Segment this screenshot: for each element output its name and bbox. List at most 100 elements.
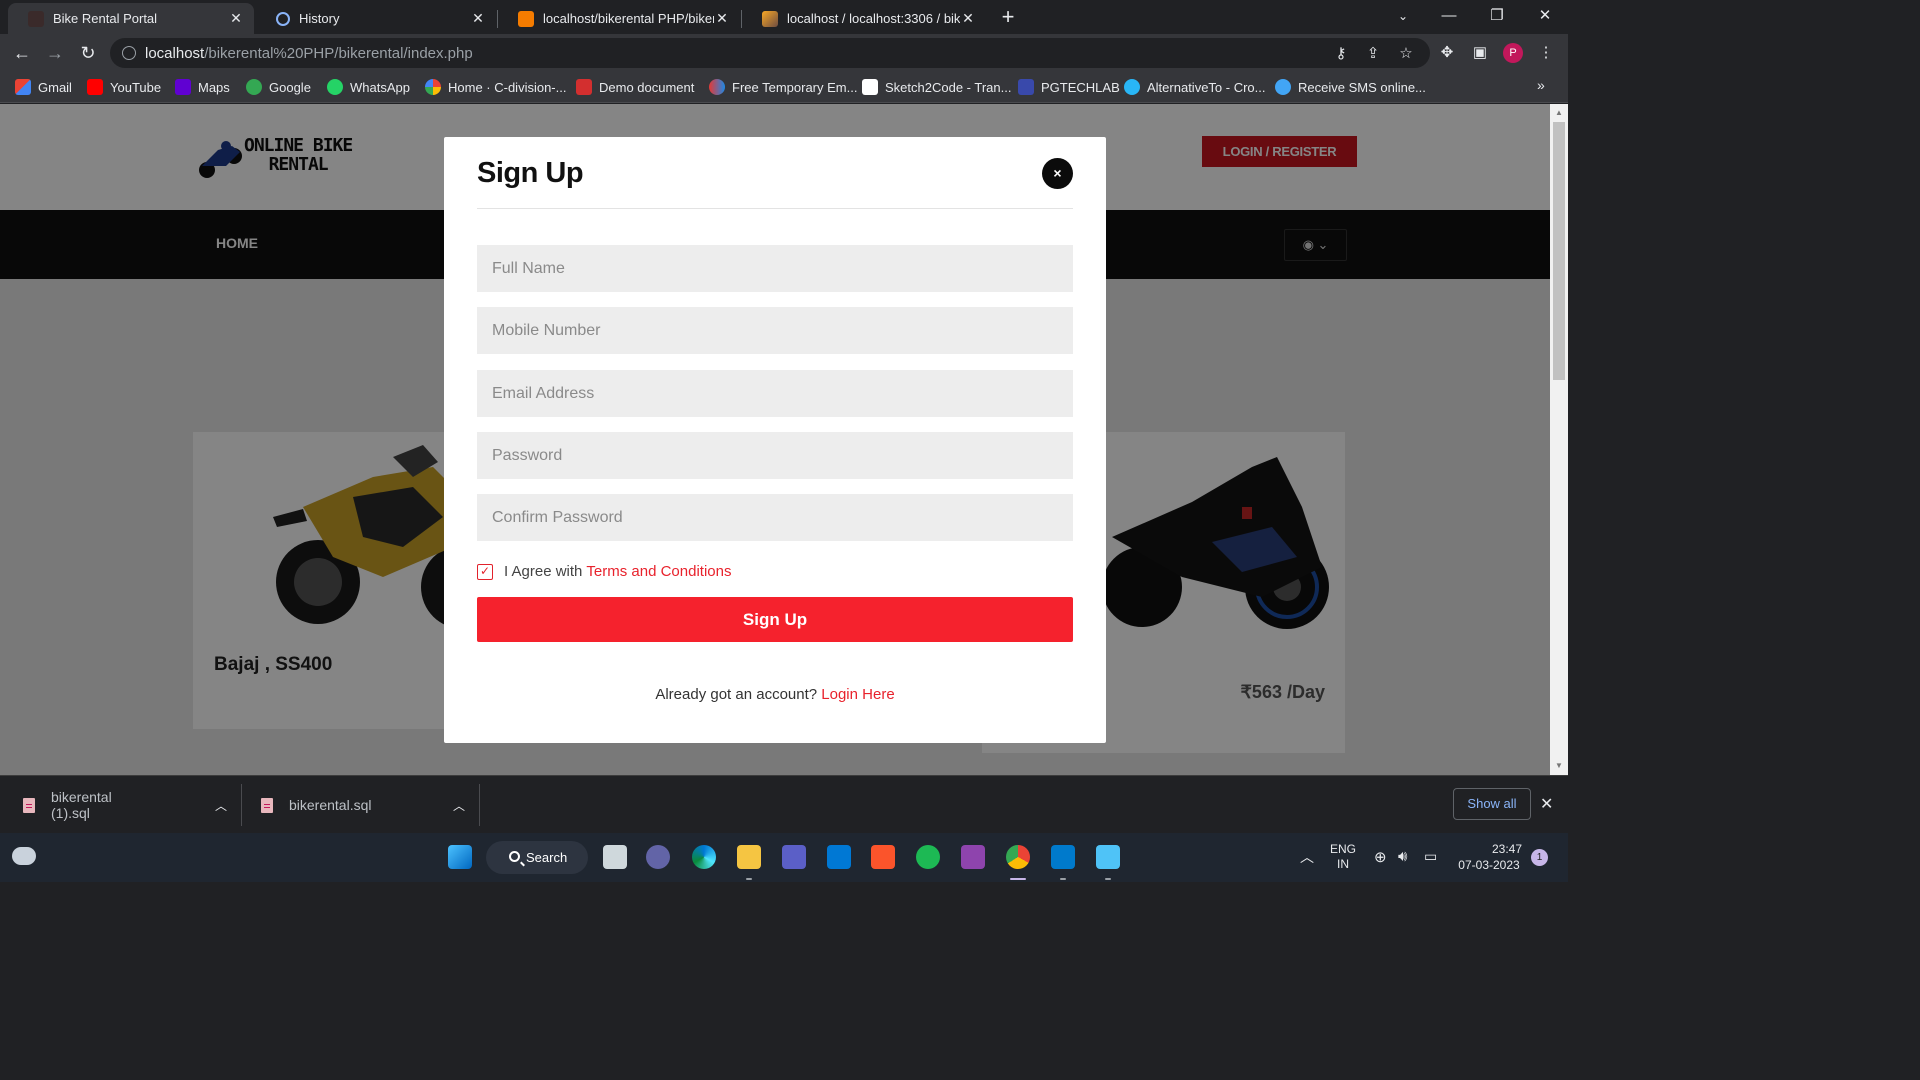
close-tab-icon[interactable]: ✕ xyxy=(714,10,730,27)
language-indicator[interactable]: ENG IN xyxy=(1330,842,1356,872)
google-icon xyxy=(246,79,262,95)
more-menu-icon[interactable]: ⋮ xyxy=(1536,43,1556,63)
phpmyadmin-favicon-icon xyxy=(762,10,778,27)
minimize-button[interactable]: — xyxy=(1426,0,1472,32)
tab-search-chevron-icon[interactable]: ⌄ xyxy=(1380,0,1426,32)
bookmark-alternativeto[interactable]: AlternativeTo - Cro... xyxy=(1124,78,1266,96)
scroll-up-icon[interactable]: ▲ xyxy=(1550,106,1568,120)
tray-overflow-chevron-icon[interactable]: ︿ xyxy=(1300,847,1314,867)
bookmark-receive-sms[interactable]: Receive SMS online... xyxy=(1275,78,1426,96)
sms-icon xyxy=(1275,79,1291,95)
vscode-icon[interactable] xyxy=(1051,845,1075,869)
restore-button[interactable]: ❐ xyxy=(1474,0,1520,32)
chrome-icon[interactable] xyxy=(1006,845,1030,869)
bookmark-pgtechlab[interactable]: PGTECHLAB xyxy=(1018,78,1120,96)
url-text[interactable]: localhost/bikerental%20PHP/bikerental/in… xyxy=(145,45,473,62)
bookmark-demo-document[interactable]: Demo document xyxy=(576,78,694,96)
tab-title: localhost/bikerental PHP/bikeren xyxy=(543,11,714,26)
spotify-icon[interactable] xyxy=(916,845,940,869)
bookmark-sketch2code[interactable]: Sketch2Code - Tran... xyxy=(862,78,1011,96)
bike-favicon-icon xyxy=(28,10,44,27)
page-scrollbar[interactable]: ▲ ▼ xyxy=(1550,104,1568,775)
side-panel-icon[interactable]: ▣ xyxy=(1470,43,1490,63)
notepad-icon[interactable] xyxy=(1096,845,1120,869)
tab-title: Bike Rental Portal xyxy=(53,11,158,26)
app-icon[interactable] xyxy=(782,845,806,869)
bookmark-whatsapp[interactable]: WhatsApp xyxy=(327,78,410,96)
tab-history[interactable]: History ✕ xyxy=(256,3,496,34)
key-icon[interactable]: ⚷ xyxy=(1332,46,1350,62)
scroll-down-icon[interactable]: ▼ xyxy=(1550,759,1568,773)
email-input[interactable] xyxy=(477,370,1073,417)
task-view-icon[interactable] xyxy=(603,845,627,869)
close-tab-icon[interactable]: ✕ xyxy=(470,10,486,27)
password-input[interactable] xyxy=(477,432,1073,479)
share-icon[interactable]: ⇪ xyxy=(1364,46,1382,62)
scrollbar-thumb[interactable] xyxy=(1553,122,1565,380)
tab-phpmyadmin[interactable]: localhost / localhost:3306 / biken ✕ xyxy=(742,3,986,34)
back-button[interactable]: ← xyxy=(9,41,35,65)
network-icon[interactable]: ⊕ xyxy=(1374,848,1387,866)
download-item[interactable]: bikerental (1).sql ︿ xyxy=(23,776,227,834)
signup-submit-button[interactable]: Sign Up xyxy=(477,597,1073,642)
mobile-number-input[interactable] xyxy=(477,307,1073,354)
file-explorer-icon[interactable] xyxy=(737,845,761,869)
close-tab-icon[interactable]: ✕ xyxy=(960,10,976,27)
bookmark-youtube[interactable]: YouTube xyxy=(87,78,161,96)
bookmark-maps[interactable]: Maps xyxy=(175,78,230,96)
terms-link[interactable]: Terms and Conditions xyxy=(586,563,731,580)
weather-icon[interactable] xyxy=(12,847,36,865)
volume-icon[interactable]: 🔊︎ xyxy=(1398,848,1407,865)
history-icon xyxy=(276,11,290,26)
close-download-bar-icon[interactable]: ✕ xyxy=(1540,794,1553,814)
download-bar: bikerental (1).sql ︿ bikerental.sql ︿ Sh… xyxy=(0,775,1568,833)
more-bookmarks-icon[interactable]: » xyxy=(1537,77,1545,93)
arduino-icon[interactable] xyxy=(961,845,985,869)
close-icon: × xyxy=(1053,165,1062,181)
notification-badge[interactable]: 1 xyxy=(1531,849,1548,866)
agree-checkbox[interactable]: ✓ xyxy=(477,563,493,580)
xampp-favicon-icon xyxy=(518,10,534,27)
full-name-input[interactable] xyxy=(477,245,1073,292)
show-all-button[interactable]: Show all xyxy=(1453,788,1531,820)
clock[interactable]: 23:47 07-03-2023 xyxy=(1454,841,1524,873)
youtube-icon xyxy=(87,79,103,95)
bookmark-free-temporary-email[interactable]: Free Temporary Em... xyxy=(709,78,857,96)
battery-icon[interactable]: ▭ xyxy=(1424,848,1437,865)
alternativeto-icon xyxy=(1124,79,1140,95)
site-info-icon[interactable] xyxy=(122,46,136,60)
extensions-icon[interactable]: ✥ xyxy=(1437,43,1457,63)
tab-localhost-bikerental[interactable]: localhost/bikerental PHP/bikeren ✕ xyxy=(498,3,740,34)
brave-icon[interactable] xyxy=(871,845,895,869)
close-modal-button[interactable]: × xyxy=(1042,158,1073,189)
google-g-icon xyxy=(425,79,441,95)
file-icon xyxy=(261,797,273,813)
teams-chat-icon[interactable] xyxy=(646,845,670,869)
login-here-link[interactable]: Login Here xyxy=(821,686,894,703)
start-icon[interactable] xyxy=(448,845,472,869)
close-window-button[interactable]: ✕ xyxy=(1522,0,1568,32)
mail-icon[interactable] xyxy=(827,845,851,869)
new-tab-button[interactable]: + xyxy=(995,5,1021,31)
bookmark-gmail[interactable]: Gmail xyxy=(15,78,72,96)
bookmark-star-icon[interactable]: ☆ xyxy=(1397,46,1415,62)
tab-title: History xyxy=(299,11,340,26)
reload-button[interactable]: ↻ xyxy=(75,41,101,65)
download-item[interactable]: bikerental.sql ︿ xyxy=(261,776,465,834)
chevron-up-icon[interactable]: ︿ xyxy=(453,797,465,814)
bookmark-home-c-division[interactable]: Home · C-division-... xyxy=(425,78,566,96)
profile-avatar[interactable]: P xyxy=(1503,43,1523,63)
modal-title: Sign Up xyxy=(477,157,584,189)
tab-bike-rental-portal[interactable]: Bike Rental Portal ✕ xyxy=(8,3,254,34)
edge-icon[interactable] xyxy=(692,845,716,869)
forward-button[interactable]: → xyxy=(42,41,68,65)
taskbar-search[interactable]: Search xyxy=(486,841,588,874)
chevron-up-icon[interactable]: ︿ xyxy=(215,797,227,814)
whatsapp-icon xyxy=(327,79,343,95)
sketch2code-icon xyxy=(862,79,878,95)
bookmark-google[interactable]: Google xyxy=(246,78,311,96)
confirm-password-input[interactable] xyxy=(477,494,1073,541)
address-bar[interactable]: localhost/bikerental%20PHP/bikerental/in… xyxy=(110,38,1430,68)
close-tab-icon[interactable]: ✕ xyxy=(228,10,244,27)
running-indicator xyxy=(1060,878,1066,880)
